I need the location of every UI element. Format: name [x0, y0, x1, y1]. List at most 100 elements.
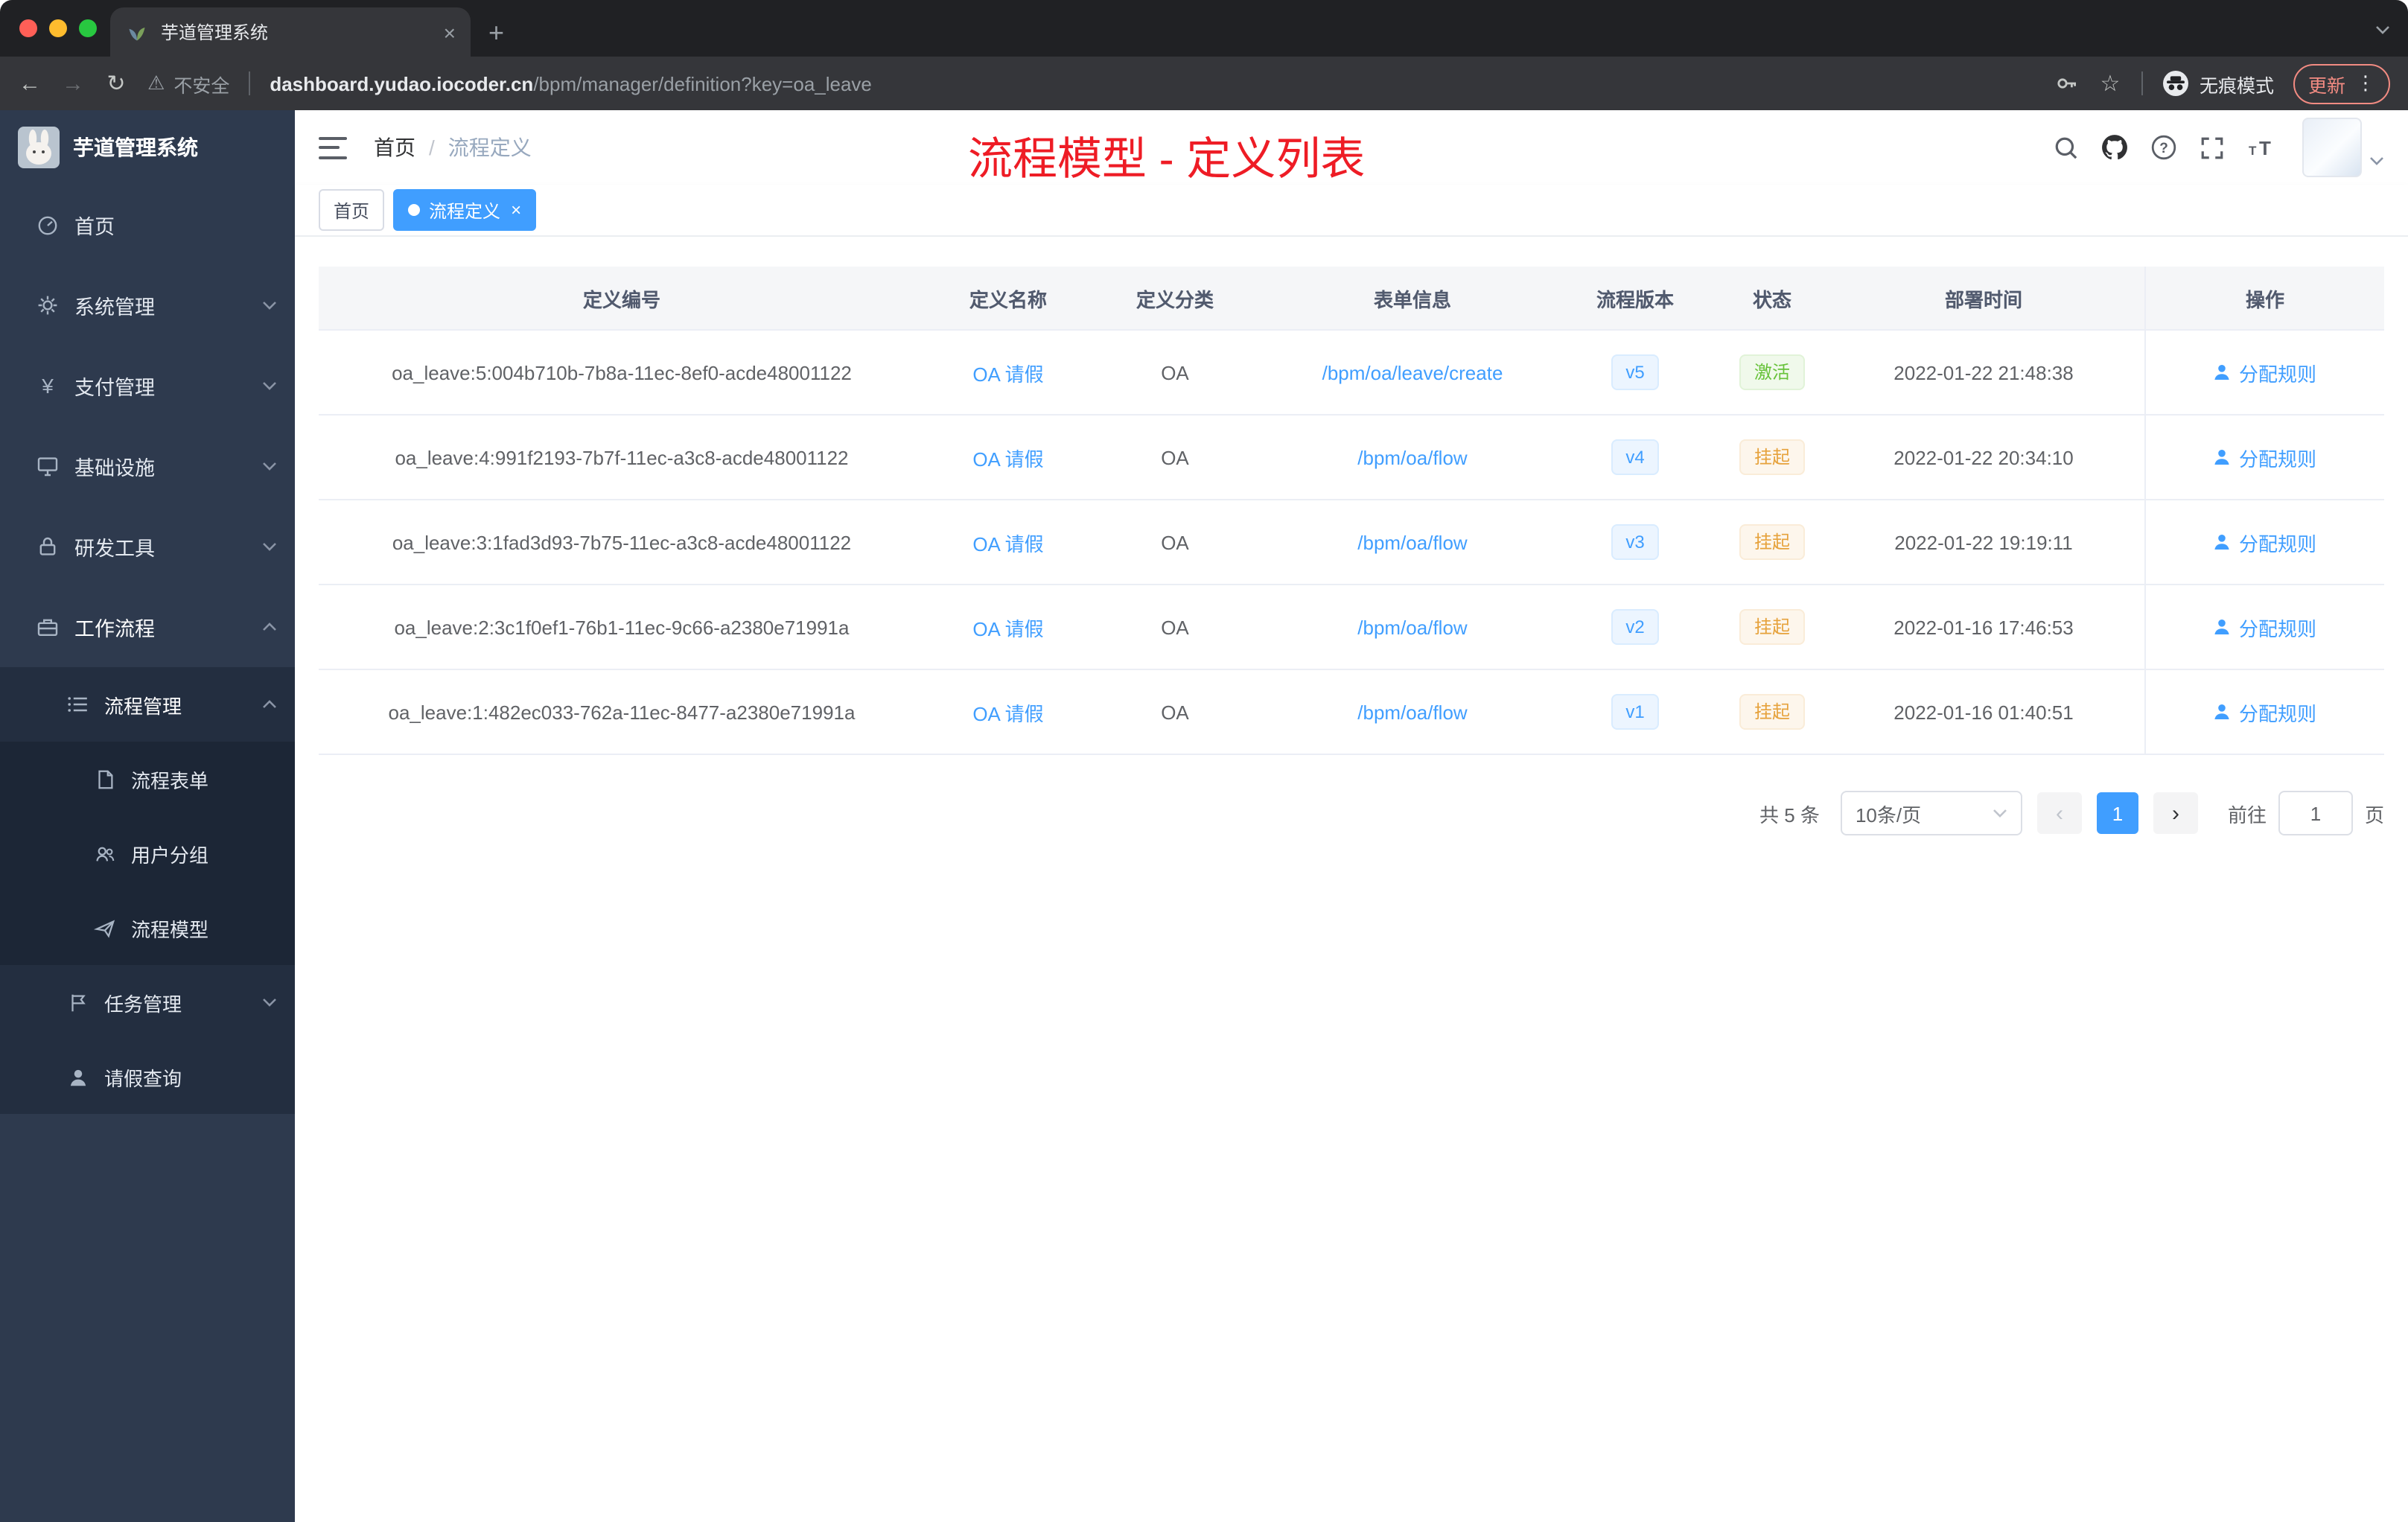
cell-status: 挂起: [1704, 670, 1841, 754]
back-icon[interactable]: ←: [18, 71, 42, 96]
reload-icon[interactable]: ↻: [104, 70, 128, 97]
browser-window: 芋道管理系统 × + ← → ↻ ⚠ 不安全 dashboard.yudao.i…: [0, 0, 2408, 1522]
page-size-select[interactable]: 10条/页: [1840, 791, 2022, 835]
tab-search-icon[interactable]: [2375, 15, 2390, 42]
browser-urlbar: ← → ↻ ⚠ 不安全 dashboard.yudao.iocoder.cn/b…: [0, 57, 2408, 110]
sidebar-item-user-group[interactable]: 用户分组: [0, 816, 295, 891]
collapse-sidebar-icon[interactable]: [319, 136, 347, 159]
address-input[interactable]: dashboard.yudao.iocoder.cn/bpm/manager/d…: [270, 72, 2036, 95]
cell-definition-name: OA 请假: [925, 415, 1092, 499]
col-process-version: 流程版本: [1596, 288, 1674, 311]
table-row: oa_leave:1:482ec033-762a-11ec-8477-a2380…: [319, 670, 2384, 755]
sidebar: 芋道管理系统 首页 系统管理 ¥ 支付管理 基础设施 研发工具 工作流程 流程管…: [0, 110, 295, 1522]
sidebar-item-task-management[interactable]: 任务管理: [0, 965, 295, 1039]
assign-rule-button[interactable]: 分配规则: [2214, 698, 2316, 726]
sidebar-item-process-management[interactable]: 流程管理: [0, 667, 295, 742]
font-size-icon[interactable]: TT: [2247, 136, 2274, 159]
update-label: 更新: [2307, 75, 2345, 96]
paper-plane-icon: [92, 916, 116, 940]
sidebar-item-process-form[interactable]: 流程表单: [0, 742, 295, 816]
tag-close-icon[interactable]: ×: [511, 200, 521, 220]
sidebar-item-infrastructure[interactable]: 基础设施: [0, 426, 295, 506]
assign-rule-button[interactable]: 分配规则: [2214, 443, 2316, 471]
cell-definition-category: OA: [1161, 531, 1189, 553]
assign-rule-button[interactable]: 分配规则: [2214, 358, 2316, 386]
cell-spacer: [2127, 331, 2144, 414]
breadcrumb: 首页 / 流程定义: [374, 133, 532, 162]
cell-actions: 分配规则: [2144, 585, 2384, 669]
definition-name-link[interactable]: OA 请假: [972, 528, 1043, 556]
help-icon[interactable]: ?: [2150, 134, 2177, 161]
close-window-button[interactable]: [19, 19, 37, 37]
breadcrumb-home[interactable]: 首页: [374, 133, 415, 162]
user-icon: [2215, 365, 2230, 380]
user-icon: [66, 1065, 89, 1089]
user-menu[interactable]: [2302, 118, 2384, 177]
form-info-link[interactable]: /bpm/oa/flow: [1357, 701, 1467, 723]
assign-rule-button[interactable]: 分配规则: [2214, 528, 2316, 556]
cell-definition-category: OA: [1161, 701, 1189, 723]
minimize-window-button[interactable]: [49, 19, 67, 37]
app-title: 芋道管理系统: [73, 136, 198, 159]
cell-spacer: [2127, 585, 2144, 669]
next-page-button[interactable]: ›: [2153, 792, 2198, 834]
form-info-link[interactable]: /bpm/oa/flow: [1357, 446, 1467, 468]
chrome-update-button[interactable]: 更新 ⋮: [2293, 63, 2390, 104]
cell-form-info: /bpm/oa/flow: [1258, 415, 1567, 499]
sidebar-item-home[interactable]: 首页: [0, 185, 295, 265]
password-key-icon[interactable]: [2055, 71, 2079, 95]
page-number-1[interactable]: 1: [2096, 792, 2138, 834]
sidebar-item-payment[interactable]: ¥ 支付管理: [0, 346, 295, 426]
form-info-link[interactable]: /bpm/oa/flow: [1357, 531, 1467, 553]
version-badge: v2: [1611, 609, 1660, 645]
tag-process-definition[interactable]: 流程定义 ×: [393, 189, 537, 231]
user-icon: [2215, 535, 2230, 550]
main-area: 首页 / 流程定义 流程模型 - 定义列表 ? T T 首页 流程定义 × 定义…: [295, 110, 2408, 1522]
assign-rule-button[interactable]: 分配规则: [2214, 613, 2316, 641]
fullscreen-icon[interactable]: [2200, 135, 2225, 160]
maximize-window-button[interactable]: [79, 19, 97, 37]
sidebar-item-process-model[interactable]: 流程模型: [0, 891, 295, 965]
cell-actions: 分配规则: [2144, 500, 2384, 584]
definition-name-link[interactable]: OA 请假: [972, 613, 1043, 641]
caret-down-icon: [2370, 157, 2383, 165]
col-deploy-time: 部署时间: [1944, 288, 2022, 311]
url-domain: dashboard.yudao.iocoder.cn: [270, 72, 534, 95]
browser-menu-icon[interactable]: ⋮: [2356, 71, 2375, 95]
new-tab-button[interactable]: +: [488, 19, 504, 46]
chevron-down-icon: [263, 462, 276, 471]
cell-deploy-time: 2022-01-16 01:40:51: [1893, 701, 2074, 723]
col-actions: 操作: [2144, 267, 2384, 329]
sidebar-item-leave-query[interactable]: 请假查询: [0, 1039, 295, 1114]
search-icon[interactable]: [2054, 135, 2079, 160]
form-info-link[interactable]: /bpm/oa/flow: [1357, 616, 1467, 638]
security-chip[interactable]: ⚠ 不安全: [147, 69, 229, 98]
yen-icon: ¥: [42, 374, 54, 398]
cell-actions: 分配规则: [2144, 415, 2384, 499]
github-icon[interactable]: [2101, 134, 2128, 161]
annotation-title: 流程模型 - 定义列表: [968, 136, 1366, 185]
avatar[interactable]: [2302, 118, 2362, 177]
browser-tab[interactable]: 芋道管理系统 ×: [110, 7, 471, 57]
app-header: 首页 / 流程定义 流程模型 - 定义列表 ? T T: [295, 110, 2408, 185]
goto-page-input[interactable]: [2278, 791, 2353, 835]
sidebar-item-workflow[interactable]: 工作流程: [0, 587, 295, 667]
forward-icon[interactable]: →: [61, 71, 85, 96]
cell-form-info: /bpm/oa/flow: [1258, 670, 1567, 754]
pagination: 共 5 条 10条/页 ‹ 1 › 前往 页: [319, 791, 2384, 835]
tab-close-icon[interactable]: ×: [444, 20, 456, 44]
definition-name-link[interactable]: OA 请假: [972, 358, 1043, 386]
logo-avatar-image: [18, 127, 60, 168]
sidebar-item-dev-tools[interactable]: 研发工具: [0, 506, 295, 587]
version-badge: v3: [1611, 524, 1660, 560]
form-info-link[interactable]: /bpm/oa/leave/create: [1322, 361, 1503, 383]
cell-deploy-time: 2022-01-22 21:48:38: [1893, 361, 2074, 383]
sidebar-item-system[interactable]: 系统管理: [0, 265, 295, 346]
bookmark-star-icon[interactable]: ☆: [2098, 70, 2122, 97]
definition-name-link[interactable]: OA 请假: [972, 698, 1043, 726]
app-logo[interactable]: 芋道管理系统: [0, 110, 295, 185]
definition-name-link[interactable]: OA 请假: [972, 443, 1043, 471]
prev-page-button[interactable]: ‹: [2036, 792, 2082, 834]
tag-home[interactable]: 首页: [319, 189, 385, 231]
cell-status: 挂起: [1704, 415, 1841, 499]
